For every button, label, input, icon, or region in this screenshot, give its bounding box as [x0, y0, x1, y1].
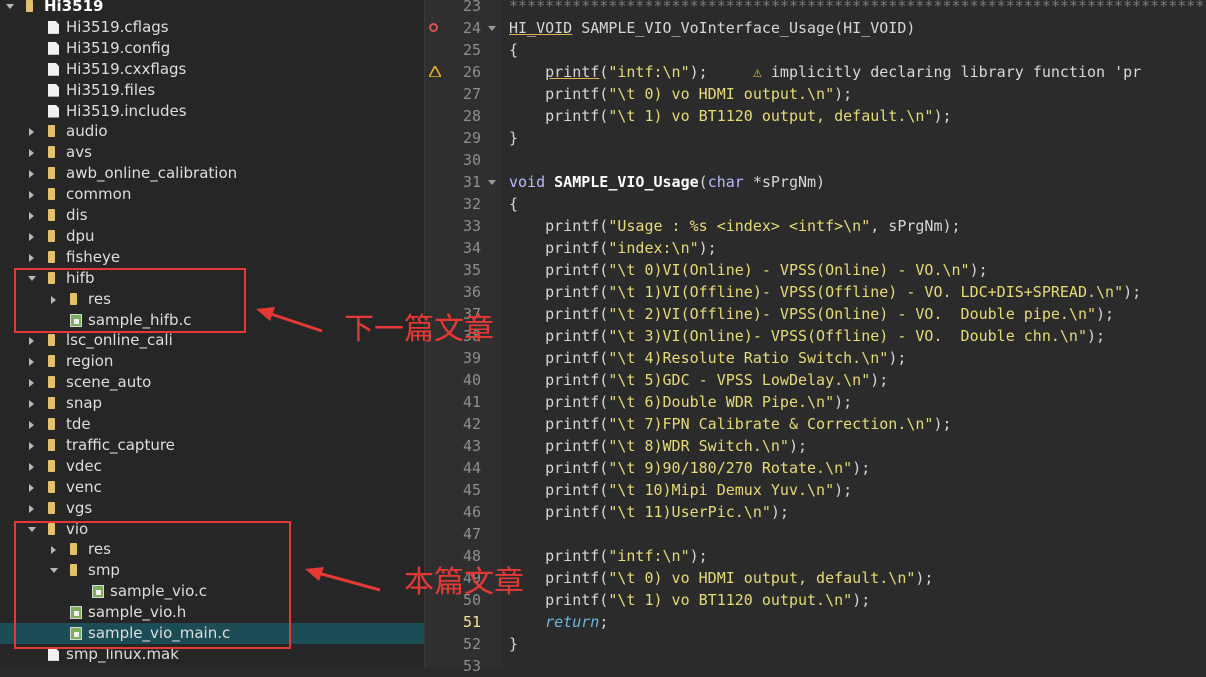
annotation-this-article: 本篇文章	[404, 565, 524, 600]
annotation-arrow-next	[256, 307, 381, 592]
annotation-next-article: 下一篇文章	[344, 312, 494, 347]
